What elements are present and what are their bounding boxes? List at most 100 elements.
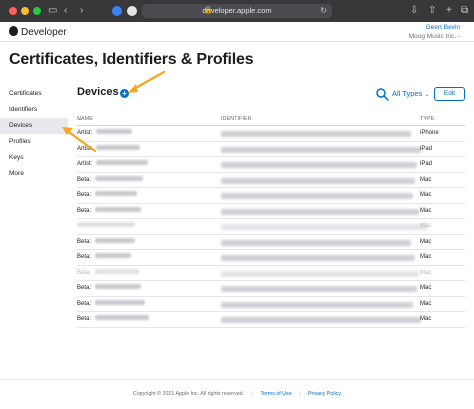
brand-label: Developer [21,27,67,38]
device-name-prefix: Beta: [77,316,92,322]
device-type-cell: iPad [420,145,433,152]
table-row[interactable]: Beta: Mac [77,312,465,328]
sidebar-item-devices[interactable]: Devices [0,118,68,134]
terms-of-use-link[interactable]: Terms of Use [260,391,291,397]
apple-logo-icon [9,26,18,36]
address-bar[interactable]: 🔒 developer.apple.com ↻ [142,4,332,18]
chevron-down-icon: ⌄ [424,92,430,98]
device-name-cell: Beta: [77,204,142,219]
device-name-prefix: Beta: [77,285,92,291]
search-icon[interactable] [375,87,389,101]
share-icon[interactable]: ⇧ [428,4,436,18]
forward-arrow-icon[interactable]: › [80,4,83,18]
table-row[interactable]: Beta: Mac [77,297,465,312]
redacted-text [95,191,138,196]
redacted-text [96,160,149,165]
table-row[interactable]: Beta: Mac [77,235,465,250]
account-team-name[interactable]: Moog Music Inc. - [409,33,460,40]
footer-separator: | [251,391,253,397]
redacted-text [95,253,132,258]
table-row[interactable]: Artist: iPad [77,142,465,157]
table-header: NAME ⌄ IDENTIFIER TYPE [77,112,465,126]
sidebar-item-identifiers[interactable]: Identifiers [0,102,68,118]
device-name-cell: Beta: [77,250,132,265]
sidebar-item-more[interactable]: More [0,166,68,182]
reload-icon[interactable]: ↻ [320,4,327,18]
redacted-text [95,268,140,274]
table-row[interactable]: Artist: iPhone [77,126,465,142]
account-user-name[interactable]: Geert Bevin [426,24,460,31]
table-row[interactable]: Beta: Mac [77,173,465,188]
tab-overview-icon[interactable]: ⧉ [461,4,468,18]
back-arrow-icon[interactable]: ‹ [64,4,67,18]
device-name-prefix: Artist: [77,145,93,152]
redacted-text [77,222,135,227]
device-name-cell: Artist: [77,142,141,157]
device-name-cell: Beta: [77,266,140,281]
privacy-policy-link[interactable]: Privacy Policy [308,391,341,397]
type-filter-dropdown[interactable]: All Types ⌄ [392,89,429,98]
column-header-type[interactable]: TYPE [420,112,434,126]
device-type-cell: iPhone [420,130,439,136]
minimize-window-button[interactable] [21,7,29,15]
device-type-cell: iPad [420,161,433,167]
add-device-button[interactable]: + [120,89,129,98]
browser-toolbar: ▭ ‹ › 🔒 developer.apple.com ↻ ⇩ ⇧ + ⧉ [0,0,474,22]
device-type-cell: Mac [420,176,432,183]
new-tab-icon[interactable]: + [446,4,452,18]
device-name-prefix: Beta: [77,254,92,260]
redacted-identifier [221,255,415,261]
devices-heading: Devices [77,86,119,98]
device-name-prefix: Beta: [77,192,92,198]
redacted-text [95,206,142,212]
device-type-cell: Mac [420,238,432,245]
redacted-identifier [221,286,417,292]
redacted-identifier [221,301,413,308]
redacted-text [96,129,133,134]
sidebar-item-profiles[interactable]: Profiles [0,134,68,150]
redacted-text [95,175,144,181]
sort-chevron-icon: ⌄ [77,116,82,122]
device-type-cell: Mac [420,254,432,260]
lock-icon: 🔒 [204,7,213,14]
zoom-window-button[interactable] [33,7,41,15]
column-header-identifier[interactable]: IDENTIFIER [221,112,252,126]
extension-icon[interactable] [112,6,122,16]
table-row[interactable]: Beta: Mac [77,250,465,266]
sidebar-item-certificates[interactable]: Certificates [0,86,68,102]
table-row[interactable]: Beta: Mac [77,188,465,204]
device-name-cell: Beta: [77,173,144,188]
sidebar-toggle-icon[interactable]: ▭ [48,4,57,18]
close-window-button[interactable] [9,7,17,15]
table-row[interactable]: Artist: iPad [77,157,465,173]
device-name-cell: Beta: [77,188,138,203]
device-type-cell: Mac [420,269,432,276]
table-row[interactable]: Mac [77,219,465,235]
table-row[interactable]: Beta: Mac [77,281,465,297]
redacted-identifier [221,193,413,199]
redacted-identifier [221,317,421,323]
redacted-identifier [221,146,421,153]
device-type-cell: Mac [420,192,432,198]
global-nav: Developer [0,22,474,42]
table-row[interactable]: Beta: Mac [77,266,465,281]
redacted-identifier [221,270,419,277]
privacy-shield-icon[interactable] [127,6,137,16]
device-type-cell: Mac [420,285,432,291]
redacted-text [95,237,136,243]
developer-logo[interactable]: Developer [9,26,67,38]
table-row[interactable]: Beta: Mac [77,204,465,219]
footer-divider [0,379,474,380]
device-name-cell [77,219,135,234]
device-name-prefix: Beta: [77,238,92,245]
redacted-text [95,299,146,305]
redacted-identifier [221,162,417,168]
redacted-identifier [221,224,427,230]
device-name-cell: Beta: [77,235,136,250]
edit-button[interactable]: Edit [434,87,465,101]
redacted-text [95,284,142,289]
redacted-text [96,144,141,150]
sidebar-item-keys[interactable]: Keys [0,150,68,166]
download-icon[interactable]: ⇩ [410,4,418,18]
device-type-cell: Mac [420,223,432,229]
